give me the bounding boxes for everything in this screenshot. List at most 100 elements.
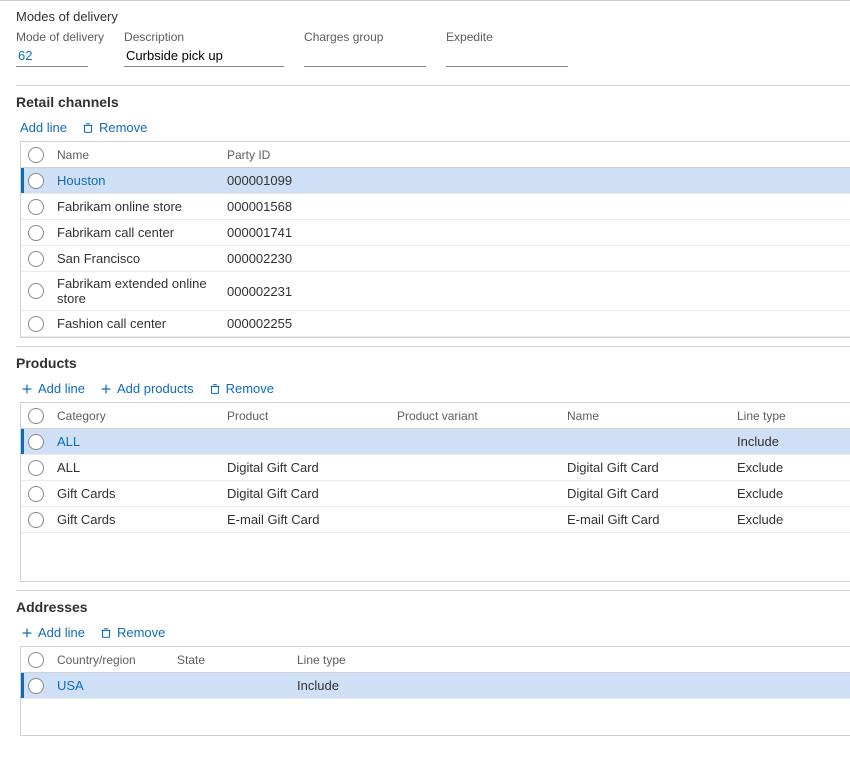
- cell-country: USA: [51, 674, 171, 697]
- cell-linetype: Include: [291, 674, 411, 697]
- table-row[interactable]: ALLDigital Gift CardDigital Gift CardExc…: [21, 455, 850, 481]
- cell-category: Gift Cards: [51, 482, 221, 505]
- add-products-button[interactable]: Add products: [99, 381, 194, 396]
- mode-label: Mode of delivery: [16, 30, 104, 45]
- retail-grid: Name Party ID Houston000001099Fabrikam o…: [20, 141, 850, 338]
- plus-icon: [20, 382, 34, 396]
- row-selector[interactable]: [28, 512, 44, 528]
- page-title: Modes of delivery: [8, 7, 850, 30]
- cell-party: 000002231: [221, 280, 361, 303]
- col-party[interactable]: Party ID: [221, 144, 361, 166]
- table-row[interactable]: Fabrikam online store000001568: [21, 194, 850, 220]
- cell-name: Digital Gift Card: [561, 456, 731, 479]
- row-selector[interactable]: [28, 434, 44, 450]
- remove-button[interactable]: Remove: [81, 120, 147, 135]
- row-selector[interactable]: [28, 283, 44, 299]
- retail-channels-title: Retail channels: [16, 92, 850, 120]
- cell-category: Gift Cards: [51, 508, 221, 531]
- cell-state: [171, 682, 291, 690]
- col-variant[interactable]: Product variant: [391, 405, 561, 427]
- cell-linetype: Include: [731, 430, 831, 453]
- row-selector[interactable]: [28, 316, 44, 332]
- table-row[interactable]: ALLInclude: [21, 429, 850, 455]
- description-input[interactable]: [124, 45, 284, 67]
- table-row[interactable]: Houston000001099: [21, 168, 850, 194]
- select-all[interactable]: [28, 652, 44, 668]
- cell-variant: [391, 490, 561, 498]
- col-category[interactable]: Category: [51, 405, 221, 427]
- cell-party: 000002230: [221, 247, 361, 270]
- add-line-button[interactable]: Add line: [20, 120, 67, 135]
- expedite-label: Expedite: [446, 30, 568, 45]
- products-title: Products: [16, 353, 850, 381]
- remove-label: Remove: [99, 120, 147, 135]
- cell-name: San Francisco: [51, 247, 221, 270]
- table-row[interactable]: USA Include: [21, 673, 850, 699]
- mode-input[interactable]: [16, 45, 88, 67]
- table-row[interactable]: Gift CardsE-mail Gift CardE-mail Gift Ca…: [21, 507, 850, 533]
- plus-icon: [20, 626, 34, 640]
- row-selector[interactable]: [28, 225, 44, 241]
- charges-input[interactable]: [304, 45, 426, 67]
- col-name[interactable]: Name: [561, 405, 731, 427]
- add-line-button[interactable]: Add line: [20, 625, 85, 640]
- select-all[interactable]: [28, 408, 44, 424]
- cell-product: [221, 438, 391, 446]
- cell-linetype: Exclude: [731, 508, 831, 531]
- col-product[interactable]: Product: [221, 405, 391, 427]
- col-state[interactable]: State: [171, 649, 291, 671]
- cell-linetype: Exclude: [731, 482, 831, 505]
- add-line-label: Add line: [38, 381, 85, 396]
- cell-party: 000001099: [221, 169, 361, 192]
- trash-icon: [208, 382, 222, 396]
- add-line-button[interactable]: Add line: [20, 381, 85, 396]
- row-selector[interactable]: [28, 486, 44, 502]
- cell-linetype: Exclude: [731, 456, 831, 479]
- add-products-label: Add products: [117, 381, 194, 396]
- cell-party: 000002255: [221, 312, 361, 335]
- cell-name: Fabrikam online store: [51, 195, 221, 218]
- row-selector[interactable]: [28, 678, 44, 694]
- cell-name: Houston: [51, 169, 221, 192]
- remove-button[interactable]: Remove: [99, 625, 165, 640]
- table-row[interactable]: Fabrikam extended online store000002231: [21, 272, 850, 311]
- cell-variant: [391, 516, 561, 524]
- col-country[interactable]: Country/region: [51, 649, 171, 671]
- add-line-label: Add line: [38, 625, 85, 640]
- cell-product: E-mail Gift Card: [221, 508, 391, 531]
- table-row[interactable]: Gift CardsDigital Gift CardDigital Gift …: [21, 481, 850, 507]
- header-fields: Mode of delivery Description Charges gro…: [8, 30, 850, 77]
- cell-name: Fabrikam extended online store: [51, 272, 221, 310]
- table-row[interactable]: Fashion call center000002255: [21, 311, 850, 337]
- expedite-input[interactable]: [446, 45, 568, 67]
- table-row[interactable]: Fabrikam call center000001741: [21, 220, 850, 246]
- cell-party: 000001568: [221, 195, 361, 218]
- trash-icon: [81, 121, 95, 135]
- trash-icon: [99, 626, 113, 640]
- cell-name: Fashion call center: [51, 312, 221, 335]
- row-selector[interactable]: [28, 460, 44, 476]
- row-selector[interactable]: [28, 251, 44, 267]
- select-all[interactable]: [28, 147, 44, 163]
- cell-variant: [391, 438, 561, 446]
- remove-label: Remove: [117, 625, 165, 640]
- cell-name: Digital Gift Card: [561, 482, 731, 505]
- col-linetype[interactable]: Line type: [731, 405, 831, 427]
- retail-channels-section: Retail channels Add line Remove Name Par…: [16, 85, 850, 338]
- cell-category: ALL: [51, 456, 221, 479]
- description-label: Description: [124, 30, 284, 45]
- col-name[interactable]: Name: [51, 144, 221, 166]
- addresses-section: Addresses Add line Remove Country/region…: [16, 590, 850, 736]
- remove-button[interactable]: Remove: [208, 381, 274, 396]
- remove-label: Remove: [226, 381, 274, 396]
- col-linetype[interactable]: Line type: [291, 649, 411, 671]
- cell-name: Fabrikam call center: [51, 221, 221, 244]
- cell-product: Digital Gift Card: [221, 482, 391, 505]
- table-row[interactable]: San Francisco000002230: [21, 246, 850, 272]
- products-section: Products Add line Add products Remove Ca…: [16, 346, 850, 582]
- plus-icon: [99, 382, 113, 396]
- cell-product: Digital Gift Card: [221, 456, 391, 479]
- row-selector[interactable]: [28, 199, 44, 215]
- addresses-title: Addresses: [16, 597, 850, 625]
- row-selector[interactable]: [28, 173, 44, 189]
